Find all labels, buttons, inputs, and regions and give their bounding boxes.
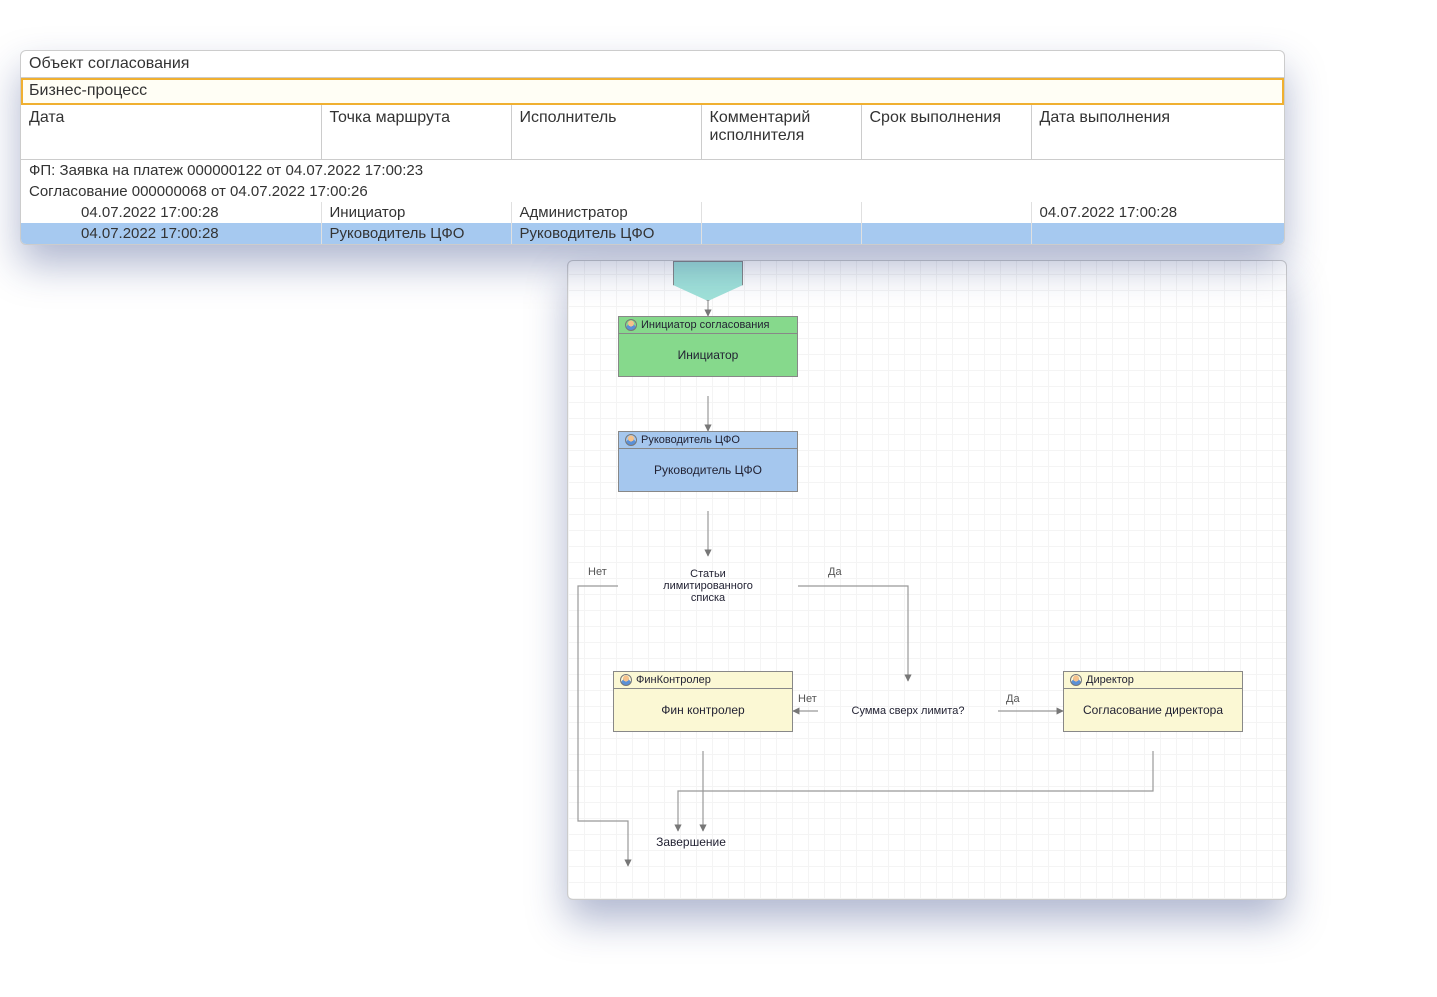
node-title-text: ФинКонтролер xyxy=(636,674,711,686)
node-title-text: Инициатор согласования xyxy=(641,319,769,331)
cell-due xyxy=(861,202,1031,223)
approval-table-panel: Объект согласования Бизнес-процесс Дата … xyxy=(20,50,1285,245)
node-body: Руководитель ЦФО xyxy=(619,449,797,491)
cell-executor: Администратор xyxy=(511,202,701,223)
node-body: Инициатор xyxy=(619,334,797,376)
decision-limited-list[interactable]: Статьи лимитированного списка xyxy=(618,556,798,616)
decision-over-limit[interactable]: Сумма сверх лимита? xyxy=(818,681,998,741)
node-title: Директор xyxy=(1064,672,1242,689)
approval-grid: Дата Точка маршрута Исполнитель Коммента… xyxy=(21,105,1284,244)
node-title: Инициатор согласования xyxy=(619,317,797,334)
table-row[interactable]: 04.07.2022 17:00:28 Инициатор Администра… xyxy=(21,202,1284,223)
flowchart-panel[interactable]: Инициатор согласования Инициатор Руковод… xyxy=(567,260,1287,900)
node-manager[interactable]: Руководитель ЦФО Руководитель ЦФО xyxy=(618,431,798,492)
table-row[interactable]: 04.07.2022 17:00:28 Руководитель ЦФО Рук… xyxy=(21,223,1284,244)
edge-label-yes: Да xyxy=(1006,693,1020,705)
cell-executor: Руководитель ЦФО xyxy=(511,223,701,244)
col-route-point[interactable]: Точка маршрута xyxy=(321,105,511,160)
node-director[interactable]: Директор Согласование директора xyxy=(1063,671,1243,732)
group-row[interactable]: ФП: Заявка на платеж 000000122 от 04.07.… xyxy=(21,160,1284,182)
node-fincontrol[interactable]: ФинКонтролер Фин контролер xyxy=(613,671,793,732)
col-done[interactable]: Дата выполнения xyxy=(1031,105,1284,160)
cell-done xyxy=(1031,223,1284,244)
group-row-text: ФП: Заявка на платеж 000000122 от 04.07.… xyxy=(21,160,1284,182)
col-due[interactable]: Срок выполнения xyxy=(861,105,1031,160)
cell-date: 04.07.2022 17:00:28 xyxy=(21,202,321,223)
col-date[interactable]: Дата xyxy=(21,105,321,160)
decision-text: Статьи лимитированного списка xyxy=(618,568,798,604)
subgroup-row[interactable]: Согласование 000000068 от 04.07.2022 17:… xyxy=(21,181,1284,202)
user-icon xyxy=(1070,674,1082,686)
node-body: Согласование директора xyxy=(1064,689,1242,731)
cell-due xyxy=(861,223,1031,244)
node-title: Руководитель ЦФО xyxy=(619,432,797,449)
user-icon xyxy=(625,319,637,331)
node-title-text: Директор xyxy=(1086,674,1134,686)
node-title-text: Руководитель ЦФО xyxy=(641,434,740,446)
node-body: Фин контролер xyxy=(614,689,792,731)
end-node[interactable]: Завершение xyxy=(631,831,751,867)
cell-comment xyxy=(701,223,861,244)
edge-label-no: Нет xyxy=(588,566,607,578)
header-process[interactable]: Бизнес-процесс xyxy=(21,78,1284,105)
user-icon xyxy=(625,434,637,446)
col-comment[interactable]: Комментарий исполнителя xyxy=(701,105,861,160)
col-executor[interactable]: Исполнитель xyxy=(511,105,701,160)
user-icon xyxy=(620,674,632,686)
edge-label-no: Нет xyxy=(798,693,817,705)
cell-point: Руководитель ЦФО xyxy=(321,223,511,244)
decision-text: Сумма сверх лимита? xyxy=(824,705,993,717)
end-node-text: Завершение xyxy=(656,835,726,849)
node-title: ФинКонтролер xyxy=(614,672,792,689)
edge-label-yes: Да xyxy=(828,566,842,578)
header-object: Объект согласования xyxy=(21,51,1284,78)
subgroup-row-text: Согласование 000000068 от 04.07.2022 17:… xyxy=(21,181,1284,202)
cell-comment xyxy=(701,202,861,223)
cell-date: 04.07.2022 17:00:28 xyxy=(21,223,321,244)
cell-point: Инициатор xyxy=(321,202,511,223)
node-initiator[interactable]: Инициатор согласования Инициатор xyxy=(618,316,798,377)
start-node[interactable] xyxy=(673,261,743,301)
cell-done: 04.07.2022 17:00:28 xyxy=(1031,202,1284,223)
